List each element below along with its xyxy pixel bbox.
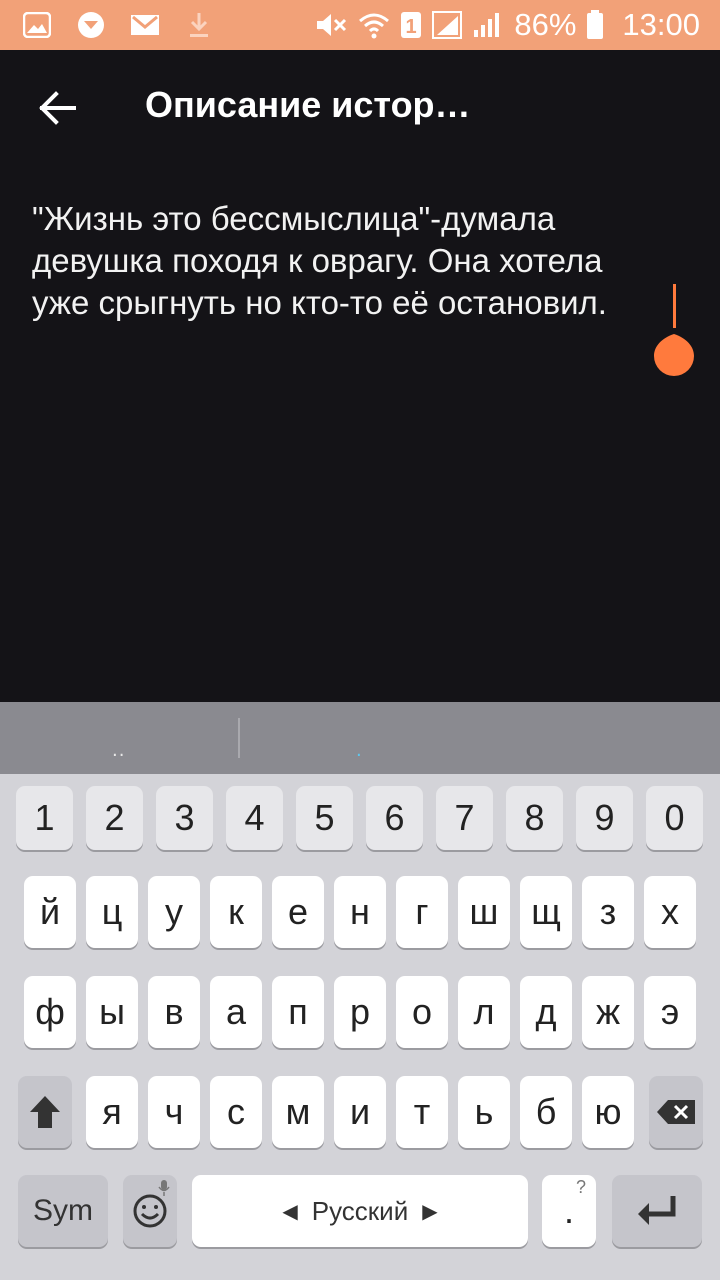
key-ф[interactable]: ф (24, 976, 76, 1048)
key-ь[interactable]: ь (458, 1076, 510, 1148)
key-ч[interactable]: ч (148, 1076, 200, 1148)
shift-icon (30, 1096, 60, 1128)
battery-icon (586, 10, 604, 40)
key-з[interactable]: з (582, 876, 634, 948)
key-у[interactable]: у (148, 876, 200, 948)
clock: 13:00 (622, 7, 700, 42)
key-о[interactable]: о (396, 976, 448, 1048)
key-3[interactable]: 3 (156, 786, 213, 850)
suggestion-divider (238, 718, 240, 758)
back-button[interactable] (30, 78, 86, 138)
key-1[interactable]: 1 (16, 786, 73, 850)
key-й[interactable]: й (24, 876, 76, 948)
page-title: Описание истор… (145, 84, 471, 125)
key-м[interactable]: м (272, 1076, 324, 1148)
arrow-left-icon (39, 91, 76, 125)
key-г[interactable]: г (396, 876, 448, 948)
sim-1-icon: 1 (400, 11, 422, 39)
caret-left-icon: ◀ (282, 1200, 298, 1223)
period-key-label: . (563, 1190, 574, 1231)
key-9[interactable]: 9 (576, 786, 633, 850)
suggestion-middle[interactable]: . (356, 740, 363, 761)
key-н[interactable]: н (334, 876, 386, 948)
key-2[interactable]: 2 (86, 786, 143, 850)
svg-text:1: 1 (406, 16, 417, 38)
cursor-handle-icon (654, 328, 694, 376)
key-д[interactable]: д (520, 976, 572, 1048)
key-щ[interactable]: щ (520, 876, 572, 948)
key-т[interactable]: т (396, 1076, 448, 1148)
chat-notification-icon (76, 11, 106, 39)
battery-percent: 86% (514, 7, 577, 42)
key-п[interactable]: п (272, 976, 324, 1048)
sym-key[interactable]: Sym (18, 1175, 108, 1247)
cursor-handle[interactable] (653, 328, 695, 376)
suggestion-strip: .. . (0, 702, 720, 774)
wifi-icon (358, 11, 390, 39)
caret-right-icon: ▶ (422, 1200, 438, 1223)
photo-notification-icon (22, 11, 52, 39)
backspace-key[interactable] (649, 1076, 703, 1148)
signal-icon (472, 11, 502, 39)
microphone-icon (158, 1180, 170, 1196)
gmail-icon (130, 11, 160, 39)
key-0[interactable]: 0 (646, 786, 703, 850)
mute-icon (314, 11, 348, 39)
key-с[interactable]: с (210, 1076, 262, 1148)
shift-key[interactable] (18, 1076, 72, 1148)
notification-icons (22, 11, 238, 39)
status-bar: 1 86% 13:00 (0, 0, 720, 50)
key-л[interactable]: л (458, 976, 510, 1048)
key-е[interactable]: е (272, 876, 324, 948)
key-ш[interactable]: ш (458, 876, 510, 948)
app-bar: Описание истор… (0, 50, 720, 168)
key-8[interactable]: 8 (506, 786, 563, 850)
space-key[interactable]: ◀ Русский ▶ (192, 1175, 528, 1247)
key-а[interactable]: а (210, 976, 262, 1048)
emoji-key[interactable] (123, 1175, 177, 1247)
key-7[interactable]: 7 (436, 786, 493, 850)
keyboard: 1234567890 йцукенгшщзх фывапролджэ ячсми… (0, 774, 720, 1280)
key-6[interactable]: 6 (366, 786, 423, 850)
enter-key[interactable] (612, 1175, 702, 1247)
download-icon (184, 11, 214, 39)
key-э[interactable]: э (644, 976, 696, 1048)
system-icons: 1 86% 13:00 (304, 7, 700, 43)
key-х[interactable]: х (644, 876, 696, 948)
period-key-hint: ? (575, 1177, 586, 1197)
key-4[interactable]: 4 (226, 786, 283, 850)
key-я[interactable]: я (86, 1076, 138, 1148)
key-и[interactable]: и (334, 1076, 386, 1148)
key-в[interactable]: в (148, 976, 200, 1048)
text-cursor (673, 284, 676, 328)
period-key[interactable]: . ? (542, 1175, 596, 1247)
smiley-icon (133, 1194, 167, 1228)
story-text-input[interactable]: "Жизнь это бессмыслица"-думала девушка п… (32, 198, 692, 324)
space-key-label: Русский (311, 1195, 409, 1226)
key-р[interactable]: р (334, 976, 386, 1048)
key-ж[interactable]: ж (582, 976, 634, 1048)
key-к[interactable]: к (210, 876, 262, 948)
key-б[interactable]: б (520, 1076, 572, 1148)
key-ц[interactable]: ц (86, 876, 138, 948)
key-ю[interactable]: ю (582, 1076, 634, 1148)
backspace-icon (657, 1100, 695, 1124)
signal-icon (432, 11, 463, 39)
story-editor[interactable]: "Жизнь это бессмыслица"-думала девушка п… (0, 168, 720, 702)
suggestion-left[interactable]: .. (112, 740, 125, 761)
key-5[interactable]: 5 (296, 786, 353, 850)
enter-icon (638, 1196, 676, 1225)
key-ы[interactable]: ы (86, 976, 138, 1048)
